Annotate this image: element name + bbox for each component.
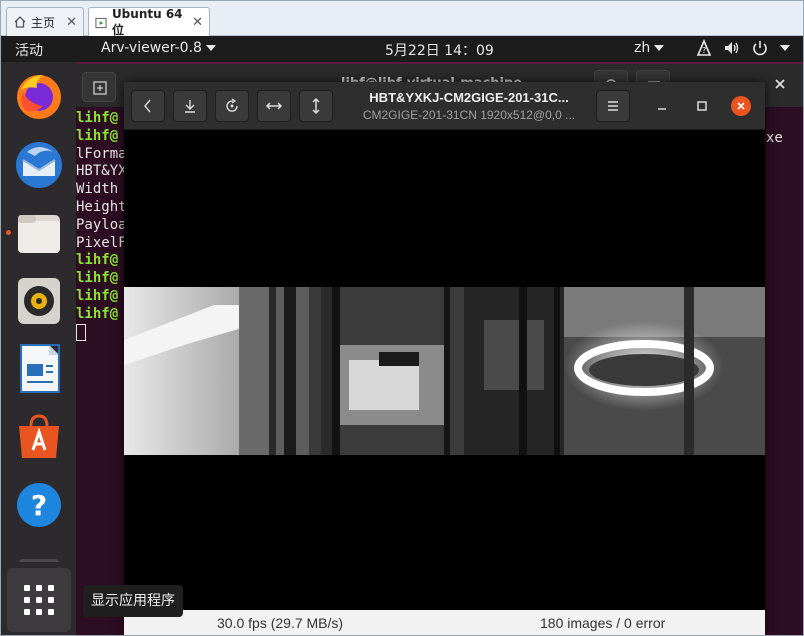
download-icon — [185, 100, 195, 113]
minimize-icon — [658, 108, 666, 110]
terminal-output: lihf@ lihf@ lForma HBT&YX Width Height P… — [76, 110, 127, 341]
files-icon — [18, 215, 60, 253]
partial-launcher[interactable] — [13, 552, 65, 562]
maximize-button[interactable] — [692, 96, 712, 116]
terminal-line: HBT&YX — [76, 163, 127, 180]
close-icon — [737, 102, 745, 110]
viewer-header-bar: HBT&YXKJ-CM2GIGE-201-31C... CM2GIGE-201-… — [124, 82, 765, 130]
rhythmbox-launcher[interactable] — [13, 274, 65, 326]
help-launcher[interactable]: ? — [13, 479, 65, 531]
terminal-line: lihf@ — [76, 287, 119, 304]
close-icon[interactable]: ✕ — [192, 15, 203, 30]
flip-vertical-button[interactable] — [299, 90, 333, 122]
terminal-line: lihf@ — [76, 252, 119, 269]
chevron-down-icon — [205, 45, 216, 51]
back-button[interactable] — [131, 90, 165, 122]
writer-icon — [20, 344, 60, 393]
dock: ? — [1, 62, 76, 635]
terminal-line: lForma — [76, 145, 127, 162]
aravis-viewer-window[interactable]: HBT&YXKJ-CM2GIGE-201-31C... CM2GIGE-201-… — [124, 82, 765, 635]
show-applications-tooltip: 显示应用程序 — [83, 585, 183, 617]
rotate-button[interactable] — [215, 90, 249, 122]
screen: 主页 ✕ Ubuntu 64 位 ✕ 活动 Arv-viewer-0.8 5月2… — [0, 0, 804, 636]
host-tab-ubuntu[interactable]: Ubuntu 64 位 ✕ — [88, 7, 210, 37]
thunderbird-icon — [16, 142, 62, 188]
svg-text:?: ? — [31, 489, 47, 522]
arrows-horizontal-icon — [265, 102, 283, 110]
new-tab-button[interactable] — [82, 72, 116, 102]
add-tab-icon — [93, 81, 107, 95]
host-tab-home[interactable]: 主页 ✕ — [6, 7, 84, 36]
rotate-icon — [226, 98, 238, 112]
image-count-readout: 180 images / 0 error — [540, 615, 666, 631]
software-launcher[interactable] — [13, 410, 65, 462]
viewer-title: HBT&YXKJ-CM2GIGE-201-31C... — [369, 90, 569, 105]
apps-grid-icon — [24, 585, 54, 615]
input-method-label: zh — [634, 40, 651, 56]
input-method-menu[interactable]: zh — [634, 40, 665, 56]
viewer-subtitle: CM2GIGE-201-31CN 1920x512@0,0 ... — [362, 108, 576, 122]
svg-text:?: ? — [702, 46, 706, 55]
chevron-left-icon — [144, 99, 151, 113]
running-indicator — [6, 230, 11, 235]
writer-launcher[interactable] — [13, 342, 65, 394]
home-icon — [14, 16, 26, 28]
terminal-line: lihf@ — [76, 127, 119, 144]
chevron-down-icon — [654, 45, 665, 51]
terminal-close-button[interactable] — [769, 73, 791, 95]
terminal-line: Width — [76, 181, 127, 198]
terminal-line: lihf@ — [76, 305, 119, 322]
viewer-menu-button[interactable] — [596, 90, 630, 122]
flip-horizontal-button[interactable] — [257, 90, 291, 122]
help-icon: ? — [17, 483, 61, 527]
fps-readout: 30.0 fps (29.7 MB/s) — [217, 615, 344, 631]
clock[interactable]: 5月22日 14：09 — [385, 40, 494, 60]
network-icon[interactable]: ? — [696, 38, 712, 61]
camera-frame-image — [124, 287, 765, 455]
volume-icon[interactable] — [723, 39, 741, 61]
minimize-button[interactable] — [652, 96, 672, 116]
terminal-line: lihf@ — [76, 110, 119, 126]
video-display[interactable] — [124, 130, 765, 610]
chevron-down-icon — [780, 45, 790, 51]
terminal-cursor-line — [76, 323, 127, 342]
arrows-vertical-icon — [312, 97, 320, 115]
terminal-icon — [19, 559, 59, 562]
terminal-line: lihf@ — [76, 270, 119, 287]
terminal-line: Height — [76, 198, 127, 215]
firefox-launcher[interactable] — [13, 70, 65, 122]
close-icon — [775, 79, 785, 89]
power-icon[interactable] — [751, 39, 769, 61]
terminal-line: Payloa — [76, 216, 127, 233]
close-icon[interactable]: ✕ — [66, 15, 77, 30]
host-tab-label: Ubuntu 64 位 — [111, 7, 183, 37]
ubuntu-top-bar: 活动 Arv-viewer-0.8 5月22日 14：09 zh ? — [1, 36, 803, 62]
viewer-status-bar: 30.0 fps (29.7 MB/s) 180 images / 0 erro… — [124, 610, 765, 635]
rhythmbox-icon — [18, 278, 60, 324]
text-cursor — [76, 323, 86, 341]
maximize-icon — [697, 101, 707, 111]
activities-button[interactable]: 活动 — [15, 40, 43, 60]
files-launcher[interactable] — [13, 207, 65, 259]
thunderbird-launcher[interactable] — [13, 138, 65, 190]
show-applications-button[interactable] — [7, 568, 71, 632]
terminal-right-fragment: xe — [766, 130, 783, 146]
firefox-icon — [17, 75, 61, 119]
app-menu[interactable]: Arv-viewer-0.8 — [101, 40, 216, 56]
terminal-line: PixelF — [76, 234, 127, 251]
app-menu-label: Arv-viewer-0.8 — [101, 40, 202, 56]
close-button[interactable] — [731, 96, 751, 116]
host-tab-label: 主页 — [31, 15, 56, 30]
vm-icon — [95, 17, 107, 28]
snapshot-button[interactable] — [173, 90, 207, 122]
host-tab-strip: 主页 ✕ Ubuntu 64 位 ✕ — [1, 1, 803, 37]
software-icon — [19, 414, 59, 458]
hamburger-icon — [608, 101, 618, 111]
system-menu-chevron[interactable] — [776, 40, 790, 56]
